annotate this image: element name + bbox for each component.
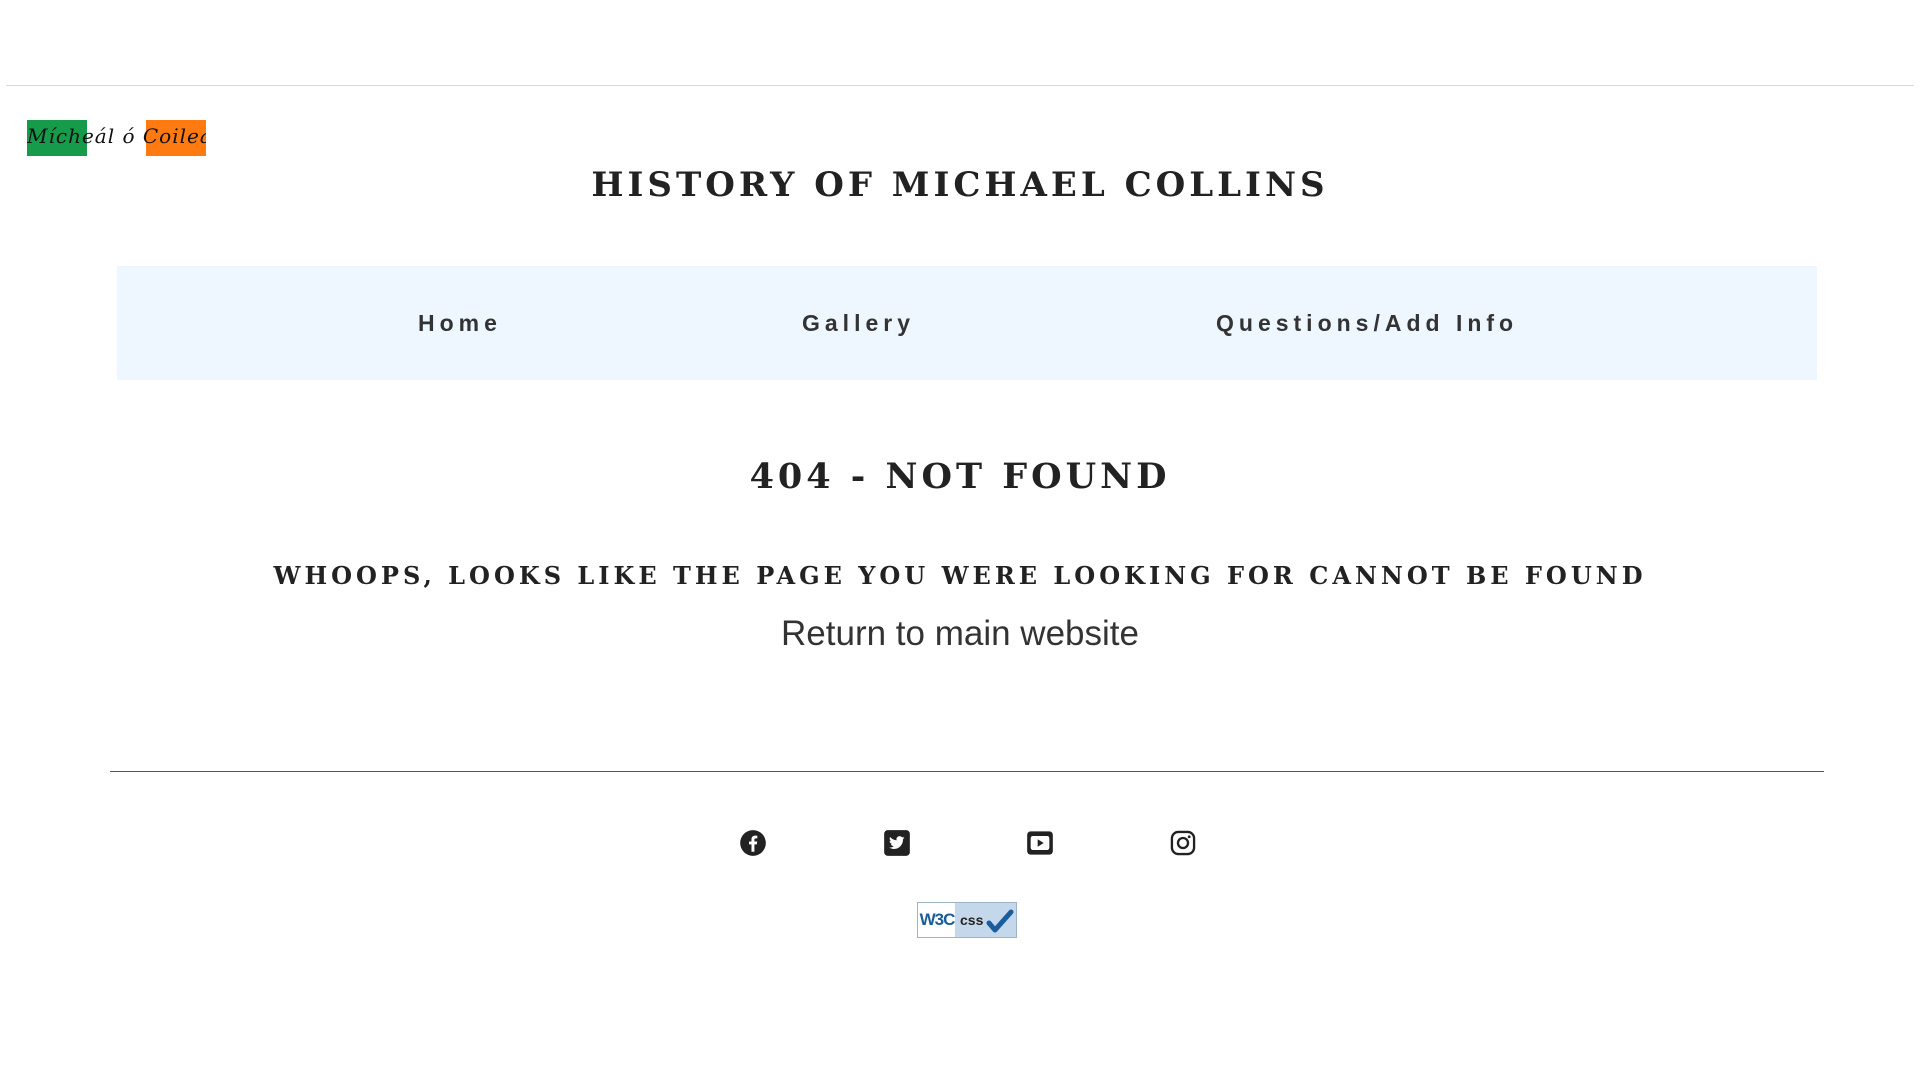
nav-item-gallery[interactable]: Gallery: [802, 266, 915, 380]
twitter-icon[interactable]: [883, 829, 911, 857]
site-logo[interactable]: Mícheál ó Coileáin: [27, 120, 206, 156]
checkmark-icon: [986, 909, 1014, 933]
facebook-icon[interactable]: [739, 829, 767, 857]
error-heading: 404 - NOT FOUND: [749, 456, 1171, 497]
w3c-css-badge[interactable]: W3C css: [917, 902, 1017, 938]
main-nav: Home Gallery Questions/Add Info: [117, 266, 1817, 380]
w3c-label: W3C: [919, 910, 956, 929]
youtube-icon[interactable]: [1026, 829, 1054, 857]
nav-item-questions[interactable]: Questions/Add Info: [1216, 266, 1518, 380]
css-label: css: [960, 912, 984, 928]
nav-item-home[interactable]: Home: [418, 266, 502, 380]
error-message: WHOOPS, LOOKS LIKE THE PAGE YOU WERE LOO…: [273, 561, 1647, 590]
top-divider: [6, 85, 1914, 86]
footer-divider: [110, 771, 1824, 772]
return-link[interactable]: Return to main website: [0, 614, 1920, 654]
logo-signature: Mícheál ó Coileáin: [27, 124, 206, 148]
page: Mícheál ó Coileáin HISTORY OF MICHAEL CO…: [0, 0, 1920, 1080]
site-title: HISTORY OF MICHAEL COLLINS: [591, 165, 1329, 205]
instagram-icon[interactable]: [1169, 829, 1197, 857]
